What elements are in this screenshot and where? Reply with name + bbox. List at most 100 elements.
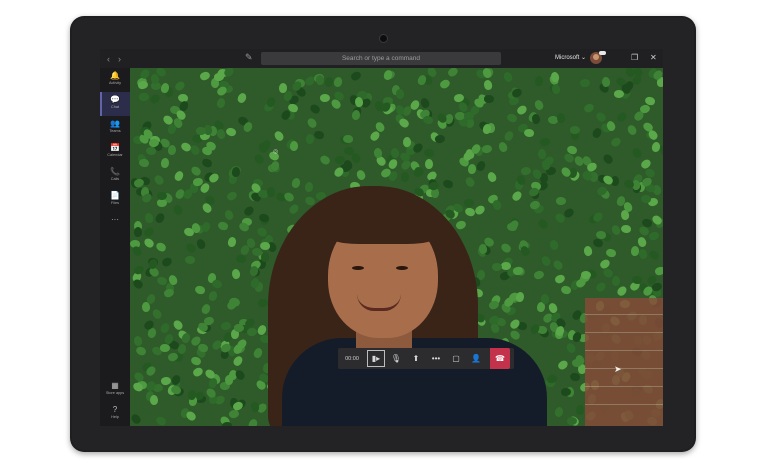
ivy-leaf — [220, 320, 232, 332]
ivy-leaf — [224, 374, 234, 386]
ivy-leaf — [260, 251, 270, 263]
ivy-leaf — [131, 277, 145, 291]
ivy-leaf — [555, 196, 567, 206]
rail-item-calendar[interactable]: 📅 Calendar — [100, 140, 130, 164]
ivy-leaf — [305, 133, 315, 145]
ivy-leaf — [615, 284, 629, 298]
show-participants-button[interactable]: 👤 — [466, 348, 486, 369]
rail-item-more[interactable]: ··· — [100, 212, 130, 236]
share-screen-button[interactable]: ⬆ — [406, 348, 426, 369]
window-close-icon[interactable]: ✕ — [650, 53, 657, 63]
ivy-leaf — [242, 204, 256, 218]
ivy-leaf — [630, 146, 644, 160]
ivy-leaf — [231, 166, 241, 178]
ivy-leaf — [188, 143, 202, 157]
ivy-leaf — [304, 181, 314, 193]
video-feed: ◎ 00:00 ▮▸ 🎙 ⬆ ••• ▢ 👤 ☎ ➤ ▣ — [130, 68, 663, 426]
ivy-leaf — [446, 68, 460, 79]
ivy-leaf — [350, 151, 362, 165]
ivy-leaf — [266, 186, 276, 198]
ivy-leaf — [216, 97, 226, 109]
ivy-leaf — [473, 203, 487, 217]
ivy-leaf — [200, 157, 214, 169]
ivy-leaf — [225, 189, 239, 203]
hang-up-button[interactable]: ☎ — [490, 348, 510, 369]
ivy-leaf — [133, 226, 143, 238]
ivy-leaf — [534, 75, 544, 87]
ivy-leaf — [564, 341, 578, 355]
ivy-leaf — [230, 268, 242, 280]
front-camera-icon — [379, 34, 388, 43]
ivy-leaf — [160, 157, 170, 169]
ivy-leaf — [515, 103, 529, 117]
ivy-leaf — [532, 269, 546, 281]
person-eye — [352, 266, 364, 270]
forward-arrow-icon[interactable]: › — [118, 54, 121, 64]
ivy-leaf — [272, 129, 286, 143]
rail-item-calls[interactable]: 📞 Calls — [100, 164, 130, 188]
rail-item-store-apps[interactable]: ▦ Store apps — [100, 378, 130, 402]
ivy-leaf — [265, 96, 277, 108]
ivy-leaf — [150, 307, 164, 321]
background-effects-icon: ◎ — [273, 149, 279, 155]
rail-item-help[interactable]: ? Help — [100, 402, 130, 426]
ivy-leaf — [217, 221, 229, 231]
ivy-leaf — [227, 236, 237, 248]
ivy-leaf — [632, 276, 642, 284]
ivy-leaf — [482, 78, 494, 92]
search-input[interactable]: Search or type a command — [261, 52, 501, 65]
ivy-leaf — [207, 290, 219, 302]
mic-toggle-button[interactable]: 🎙 — [386, 348, 406, 369]
ivy-leaf — [576, 405, 584, 415]
ivy-leaf — [290, 177, 302, 189]
ivy-leaf — [134, 345, 148, 357]
window-restore-icon[interactable]: ❐ — [631, 53, 638, 63]
ivy-leaf — [468, 164, 476, 174]
ivy-leaf — [167, 144, 177, 156]
ivy-leaf — [601, 76, 611, 88]
ivy-leaf — [582, 101, 596, 115]
ivy-leaf — [154, 241, 168, 253]
ivy-leaf — [503, 129, 515, 143]
ivy-leaf — [530, 113, 542, 125]
rail-item-files[interactable]: 📄 Files — [100, 188, 130, 212]
ivy-leaf — [142, 236, 156, 250]
ivy-leaf — [637, 247, 649, 261]
ivy-leaf — [536, 217, 550, 231]
ivy-leaf — [423, 148, 435, 158]
ivy-leaf — [282, 191, 296, 203]
ivy-leaf — [539, 136, 551, 148]
ivy-leaf — [160, 255, 174, 269]
ivy-leaf — [171, 203, 185, 217]
camera-toggle-button[interactable]: ▮▸ — [367, 350, 385, 367]
ivy-leaf — [510, 189, 524, 203]
ivy-leaf — [355, 168, 367, 182]
ivy-leaf — [464, 206, 476, 218]
ivy-leaf — [138, 92, 150, 102]
ivy-leaf — [605, 248, 617, 258]
ivy-leaf — [318, 154, 332, 166]
org-switcher[interactable]: Microsoft ⌄ — [555, 53, 586, 63]
rail-item-chat[interactable]: 💬 Chat — [100, 92, 130, 116]
calendar-icon: 📅 — [110, 143, 120, 152]
ivy-leaf — [594, 110, 608, 124]
more-actions-button[interactable]: ••• — [426, 348, 446, 369]
ivy-leaf — [215, 127, 227, 141]
new-chat-icon[interactable]: ✎ — [245, 52, 255, 62]
person-eye — [396, 266, 408, 270]
ivy-leaf — [400, 171, 410, 183]
show-chat-button[interactable]: ▢ — [446, 348, 466, 369]
ivy-leaf — [438, 77, 452, 91]
ivy-leaf — [231, 354, 245, 368]
ivy-leaf — [324, 76, 334, 88]
rail-item-activity[interactable]: 🔔 Activity — [100, 68, 130, 92]
ivy-leaf — [159, 321, 171, 335]
ivy-leaf — [132, 334, 144, 348]
ivy-leaf — [579, 78, 591, 88]
ivy-leaf — [178, 99, 190, 113]
ivy-leaf — [631, 246, 639, 256]
rail-item-teams[interactable]: 👥 Teams — [100, 116, 130, 140]
rail-item-label: Files — [110, 201, 120, 205]
apps-icon: ▦ — [111, 381, 119, 390]
back-arrow-icon[interactable]: ‹ — [107, 54, 110, 64]
